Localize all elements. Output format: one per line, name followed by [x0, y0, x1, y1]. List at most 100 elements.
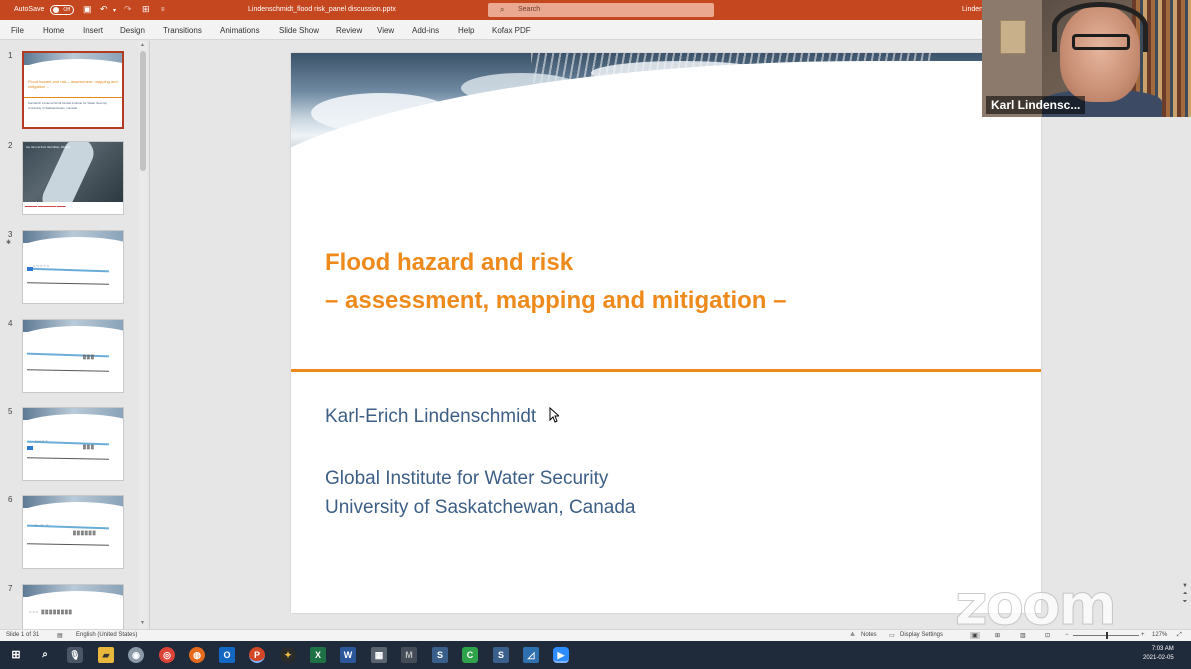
search-box[interactable]: ⌕ Search [488, 3, 714, 17]
previous-slide-icon[interactable]: ⏶ [1180, 590, 1190, 598]
thumb-title: Flood hazard and risk – assessment, mapp… [28, 79, 118, 89]
document-title: Lindenschmidt_flood risk_panel discussio… [248, 6, 396, 13]
save-icon[interactable]: ▣ [83, 4, 92, 15]
tab-file[interactable]: File [11, 26, 24, 35]
clock-date: 2021-02-05 [1143, 655, 1174, 661]
zoom-slider[interactable] [1073, 632, 1139, 639]
redo-icon[interactable]: ↷ [124, 4, 132, 15]
slide-thumbnail-5[interactable]: ○○○○ ▓▓▓ [22, 407, 124, 481]
editor-scroll-controls[interactable]: ▼ ⏶ ⏷ [1180, 582, 1190, 628]
zoom-level[interactable]: 127% [1152, 632, 1167, 638]
editor-margin [1041, 117, 1191, 629]
arrow-icon [27, 446, 33, 450]
reading-view-icon[interactable]: ▥ [1020, 632, 1026, 639]
scroll-down-icon[interactable]: ▼ [1180, 582, 1190, 590]
app-s-icon[interactable]: S [493, 647, 509, 663]
slide-thumbnail-3[interactable]: ○○○○○ [22, 230, 124, 304]
undo-dropdown-icon[interactable]: ▾ [113, 7, 116, 14]
thumb-number: 5 [8, 407, 13, 416]
undo-icon[interactable]: ↶ [100, 4, 108, 15]
chrome-icon[interactable]: ◎ [159, 647, 175, 663]
display-settings-icon[interactable]: ▭ [889, 632, 895, 639]
slide-thumbnail-4[interactable]: ▓▓▓ [22, 319, 124, 393]
slide-thumbnail-1[interactable]: Flood hazard and risk – assessment, mapp… [22, 51, 124, 129]
animation-star-icon: ✱ [6, 240, 12, 246]
app-icon[interactable]: ✦ [280, 647, 296, 663]
app-s-icon[interactable]: S [432, 647, 448, 663]
thumb-number: 4 [8, 319, 13, 328]
slide-title-line-1: Flood hazard and risk [325, 249, 574, 276]
zoom-video-tile[interactable]: Karl Lindensc... [982, 0, 1191, 117]
tab-add-ins[interactable]: Add-ins [412, 26, 439, 35]
thumb-number: 6 [8, 495, 13, 504]
chart-app-icon[interactable]: ◿ [523, 647, 539, 663]
tab-insert[interactable]: Insert [83, 26, 103, 35]
display-settings-button[interactable]: Display Settings [900, 632, 943, 638]
word-icon[interactable]: W [340, 647, 356, 663]
tab-help[interactable]: Help [458, 26, 474, 35]
zoom-watermark: zoom [955, 573, 1118, 638]
zoom-app-icon[interactable]: ▶ [553, 647, 569, 663]
slide-title-line-2: – assessment, mapping and mitigation – [325, 287, 787, 314]
slide-sorter-icon[interactable]: ⊞ [995, 632, 1000, 639]
tab-review[interactable]: Review [336, 26, 362, 35]
fit-slide-icon[interactable]: ⤢ [1177, 632, 1182, 639]
tab-transitions[interactable]: Transitions [163, 26, 202, 35]
next-slide-icon[interactable]: ⏷ [1180, 598, 1190, 606]
account-name[interactable]: Linden [962, 6, 983, 13]
tab-animations[interactable]: Animations [220, 26, 260, 35]
autosave-toggle[interactable]: Off [50, 5, 74, 15]
thumb-subtitle: Karl-Erich Lindenschmidt Global Institut… [28, 101, 107, 110]
thumb-title: Ice Jam at Fort Vermilion, Alberta [26, 145, 71, 149]
firefox-icon[interactable]: ◍ [189, 647, 205, 663]
present-icon[interactable]: ⊞ [142, 4, 150, 15]
search-icon[interactable]: ⌕ [37, 647, 53, 663]
system-clock[interactable]: 7:03 AM 2021-02-05 [1143, 645, 1174, 663]
tab-design[interactable]: Design [120, 26, 145, 35]
slide-thumbnail-6[interactable]: ○ ○ ○ ▓▓▓▓▓▓ [22, 495, 124, 569]
language[interactable]: English (United States) [76, 632, 137, 638]
slide-thumbnail-7[interactable]: ○○○ ▓▓▓▓▓▓▓▓ [22, 584, 124, 629]
normal-view-icon[interactable]: ▣ [970, 632, 980, 639]
app-m-icon[interactable]: M [401, 647, 417, 663]
thumb-number: 2 [8, 141, 13, 150]
tab-kofax-pdf[interactable]: Kofax PDF [492, 26, 531, 35]
slide-canvas[interactable]: Flood hazard and risk – assessment, mapp… [291, 53, 1041, 613]
scroll-down-icon[interactable]: ▼ [140, 620, 145, 626]
thumbnail-scrollbar[interactable]: ▲ ▼ [139, 41, 147, 629]
app-c-icon[interactable]: C [462, 647, 478, 663]
powerpoint-icon[interactable]: P [249, 647, 265, 663]
slideshow-view-icon[interactable]: ⊡ [1045, 632, 1050, 639]
scroll-up-icon[interactable]: ▲ [140, 42, 145, 48]
notes-button[interactable]: Notes [861, 632, 877, 638]
status-bar: Slide 1 of 31 ▤ English (United States) … [0, 629, 1191, 641]
zoom-in-icon[interactable]: + [1141, 632, 1145, 638]
customize-qat-icon[interactable]: ≡ [161, 7, 165, 13]
app-icon[interactable]: ◉ [128, 647, 144, 663]
spellcheck-icon[interactable]: ▤ [57, 632, 63, 639]
tab-view[interactable]: View [377, 26, 394, 35]
microphone-icon[interactable]: 🎙 [67, 647, 83, 663]
participant-name: Karl Lindensc... [986, 96, 1086, 114]
slide-thumbnail-pane: 1 Flood hazard and risk – assessment, ma… [0, 41, 150, 629]
thumb-number: 7 [8, 584, 13, 593]
institute-line: Global Institute for Water Security [325, 468, 609, 489]
thumb-number: 1 [8, 51, 13, 60]
calculator-icon[interactable]: ▦ [371, 647, 387, 663]
slide-affiliation[interactable]: Global Institute for Water Security Univ… [325, 464, 636, 522]
slide-count: Slide 1 of 31 [6, 632, 40, 638]
slide-thumbnail-2[interactable]: Ice Jam at Fort Vermilion, Alberta ▬▬▬▬ … [22, 141, 124, 215]
slide-title[interactable]: Flood hazard and risk – assessment, mapp… [325, 244, 786, 320]
thumb-number: 3 [8, 230, 13, 239]
notes-icon[interactable]: ≜ [850, 632, 855, 639]
outlook-icon[interactable]: O [219, 647, 235, 663]
file-explorer-icon[interactable]: ▰ [98, 647, 114, 663]
tab-slide-show[interactable]: Slide Show [279, 26, 319, 35]
excel-icon[interactable]: X [310, 647, 326, 663]
title-divider [291, 369, 1041, 372]
slide-author[interactable]: Karl-Erich Lindenschmidt [325, 406, 536, 428]
tab-home[interactable]: Home [43, 26, 64, 35]
scroll-thumb[interactable] [140, 51, 146, 171]
windows-start-icon[interactable]: ⊞ [8, 647, 24, 663]
zoom-out-icon[interactable]: − [1065, 632, 1069, 638]
